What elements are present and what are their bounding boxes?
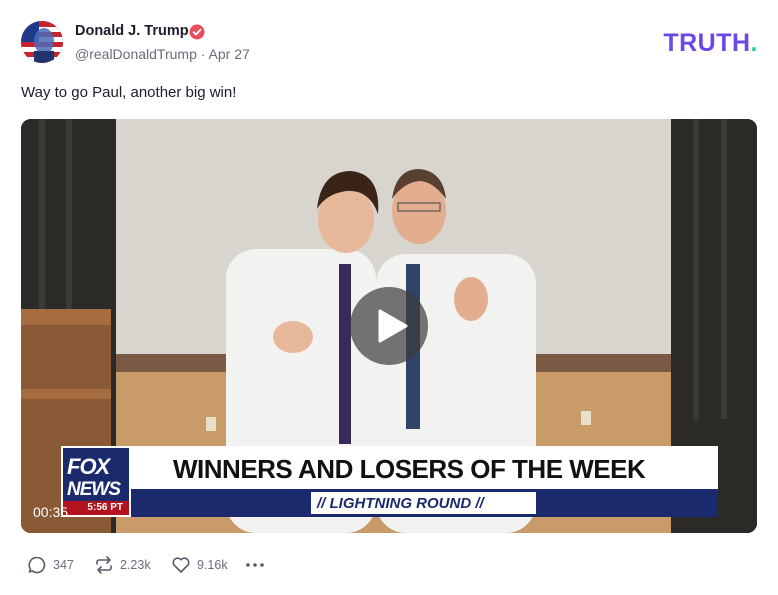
more-icon	[246, 563, 264, 567]
post-date[interactable]: Apr 27	[209, 46, 250, 62]
retruth-count: 2.23k	[120, 558, 151, 572]
chyron-headline: WINNERS AND LOSERS OF THE WEEK	[173, 454, 646, 484]
news-chyron: FOX NEWS 5:56 PT WINNERS AND LOSERS OF T…	[61, 446, 718, 517]
author-name[interactable]: Donald J. Trump	[75, 23, 189, 39]
video-player[interactable]: FOX NEWS 5:56 PT WINNERS AND LOSERS OF T…	[21, 119, 757, 533]
heart-icon	[172, 557, 190, 573]
broadcast-time: 5:56 PT	[63, 501, 129, 515]
chyron-subline: // LIGHTNING ROUND //	[317, 495, 484, 512]
headline-bar: WINNERS AND LOSERS OF THE WEEK	[131, 446, 718, 492]
repost-icon	[96, 556, 112, 574]
play-button[interactable]	[350, 287, 428, 365]
avatar[interactable]	[21, 21, 63, 63]
brand-dot: .	[750, 29, 758, 57]
verified-badge-icon	[189, 24, 205, 40]
truth-post: Donald J. Trump @realDonaldTrump · Apr 2…	[0, 0, 778, 595]
network-top: FOX	[67, 454, 110, 479]
truth-logo[interactable]: TRUTH.	[663, 29, 758, 58]
author-handle[interactable]: @realDonaldTrump	[75, 46, 197, 62]
network-bottom: NEWS	[67, 479, 121, 500]
play-icon	[378, 309, 408, 343]
video-duration: 00:35	[33, 504, 69, 520]
separator: ·	[200, 46, 206, 62]
fox-news-logo: FOX NEWS 5:56 PT	[61, 446, 131, 517]
post-text: Way to go Paul, another big win!	[21, 84, 237, 101]
like-count: 9.16k	[197, 558, 228, 572]
comment-icon	[28, 556, 46, 574]
brand-name: TRUTH	[663, 29, 751, 57]
reply-count: 347	[53, 558, 74, 572]
subline-bar: // LIGHTNING ROUND //	[131, 492, 718, 517]
handle-and-date: @realDonaldTrump · Apr 27	[75, 46, 250, 62]
